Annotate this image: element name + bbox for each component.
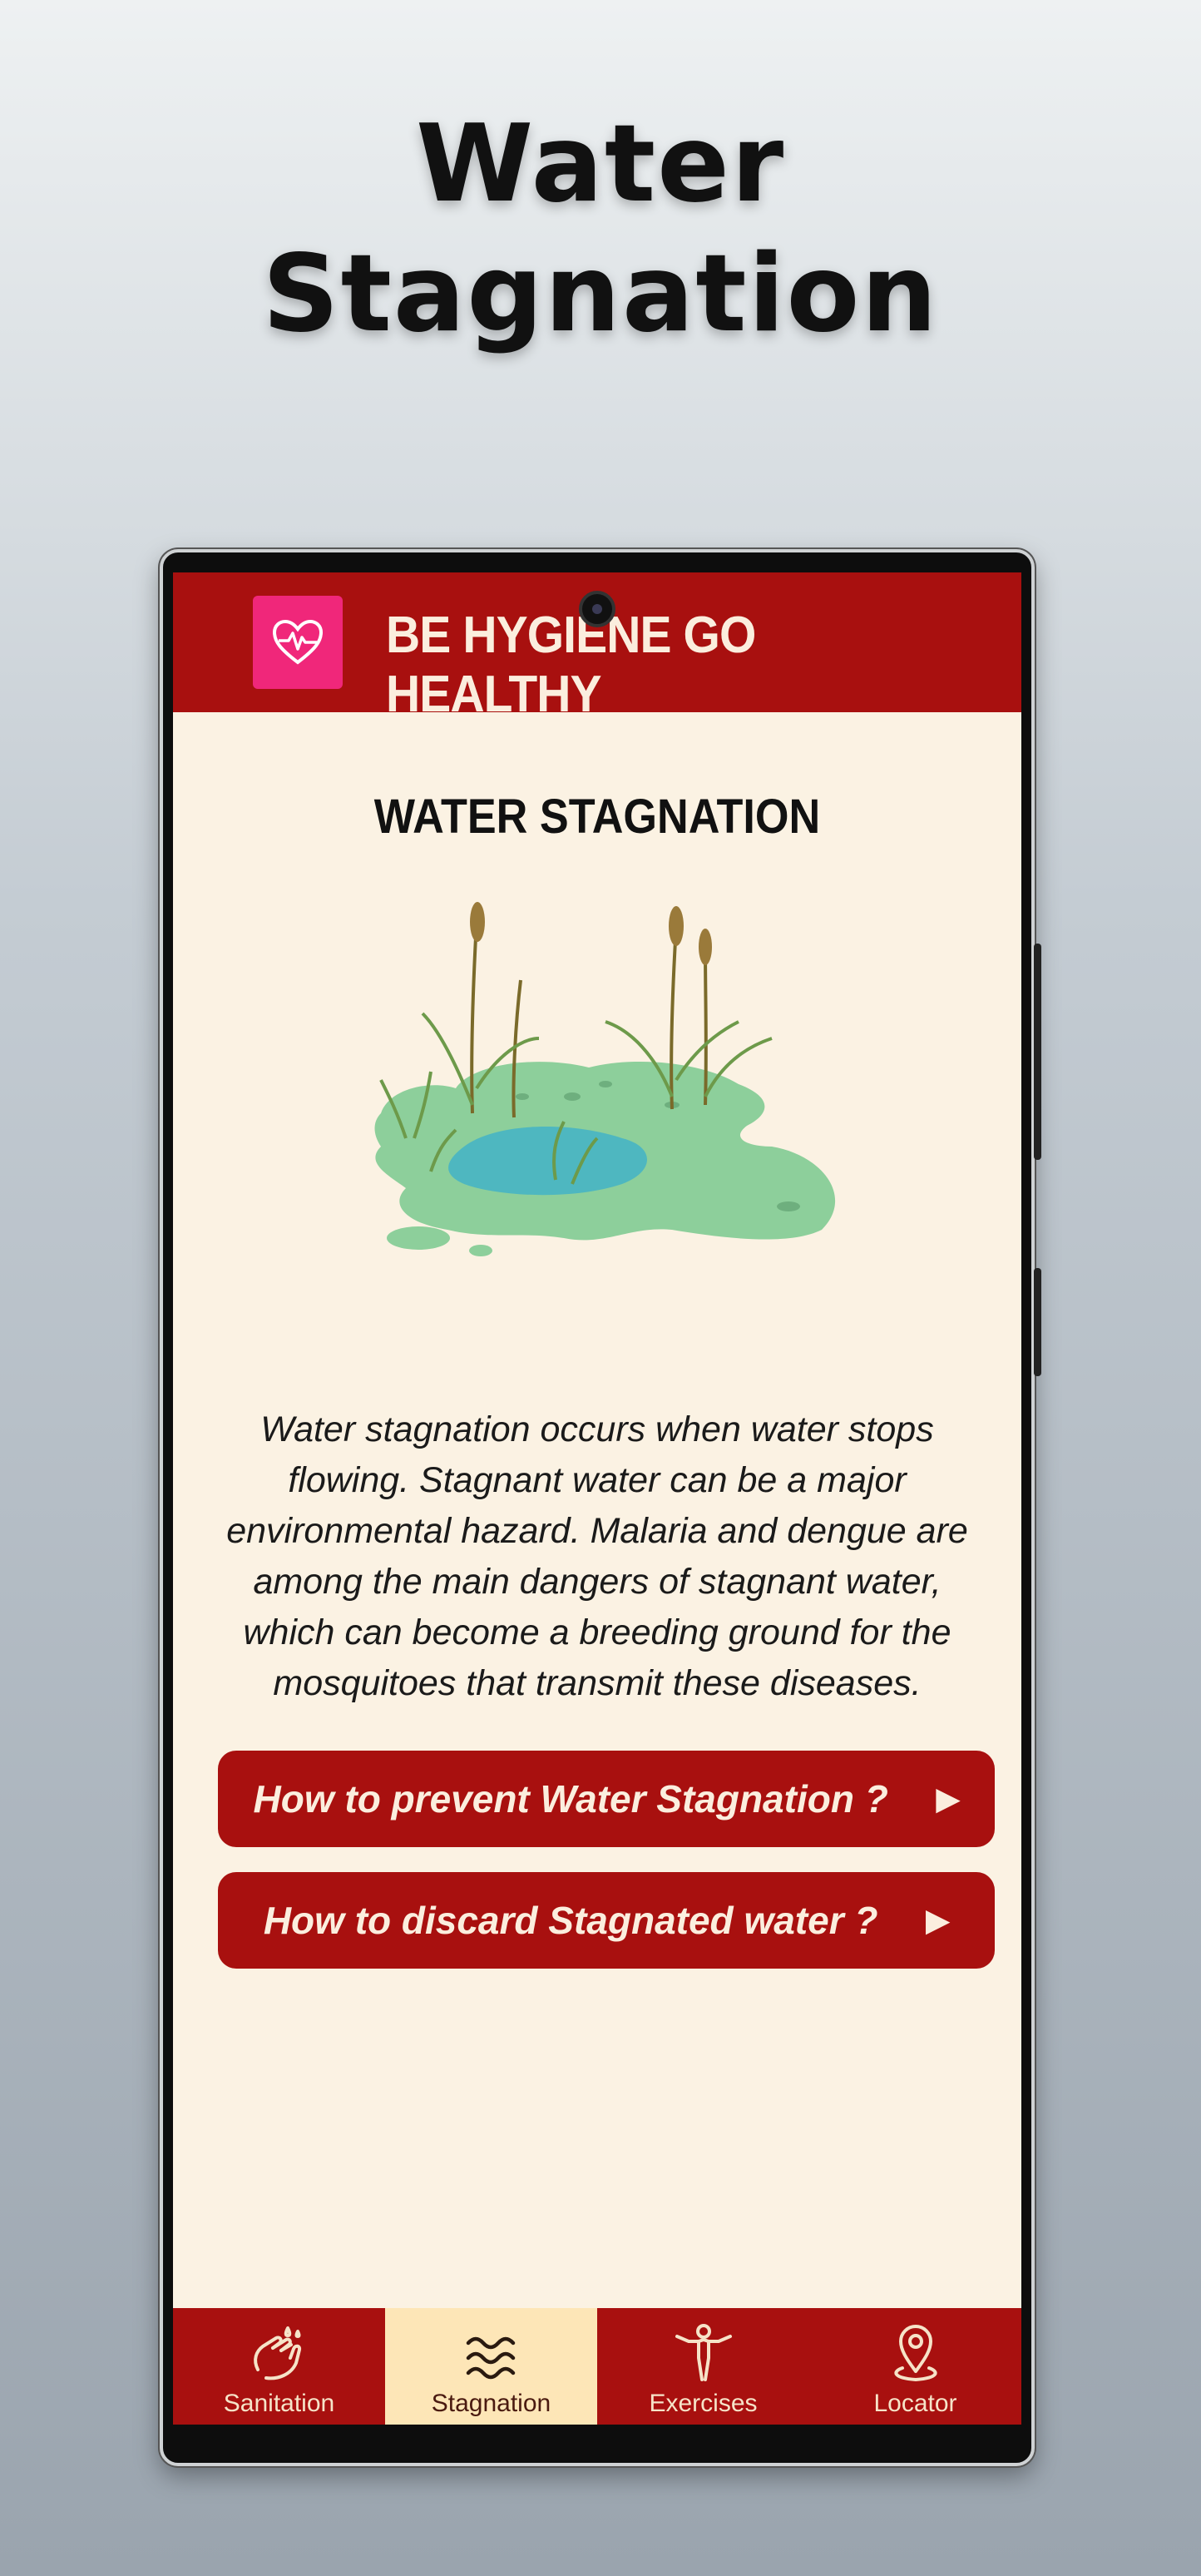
volume-button	[1034, 944, 1041, 1160]
exercise-person-icon	[675, 2324, 732, 2381]
discard-stagnated-water-button[interactable]: How to discard Stagnated water ? ▶	[218, 1872, 995, 1969]
front-camera	[579, 591, 615, 627]
location-pin-icon	[893, 2325, 937, 2381]
phone-bottom-bezel	[173, 2441, 1021, 2456]
nav-label-exercises: Exercises	[649, 2390, 758, 2417]
page-heading: WATER STAGNATION	[373, 790, 821, 844]
app-screen: BE HYGIENE GO HEALTHY WATER STAGNATION W…	[173, 572, 1021, 2425]
bottom-nav: Sanitation Stagnation Exercises Locator	[173, 2308, 1021, 2425]
phone-frame: BE HYGIENE GO HEALTHY WATER STAGNATION W…	[160, 549, 1041, 2466]
discard-stagnated-water-label: How to discard Stagnated water ?	[263, 1899, 878, 1942]
hero-title-line2: Stagnation	[262, 232, 939, 356]
stagnant-pond-icon	[374, 902, 836, 1256]
nav-item-exercises[interactable]: Exercises	[597, 2308, 809, 2425]
power-button	[1034, 1268, 1041, 1376]
hero-title: Water Stagnation	[0, 100, 1201, 359]
hand-wash-icon	[253, 2326, 301, 2380]
play-arrow-icon: ▶	[936, 1781, 960, 1816]
nav-item-locator[interactable]: Locator	[809, 2308, 1021, 2425]
hero-title-line1: Water	[415, 102, 786, 226]
nav-label-sanitation: Sanitation	[223, 2390, 335, 2417]
prevent-stagnation-button[interactable]: How to prevent Water Stagnation ? ▶	[218, 1751, 995, 1847]
description-text: Water stagnation occurs when water stops…	[226, 1409, 968, 1703]
nav-item-sanitation[interactable]: Sanitation	[173, 2308, 385, 2425]
nav-item-stagnation[interactable]: Stagnation	[385, 2308, 597, 2425]
nav-label-stagnation: Stagnation	[431, 2390, 551, 2417]
play-arrow-icon: ▶	[926, 1903, 950, 1937]
app-title: BE HYGIENE GO HEALTHY	[386, 607, 756, 723]
heart-pulse-icon[interactable]	[253, 596, 343, 689]
nav-label-locator: Locator	[873, 2390, 957, 2417]
prevent-stagnation-label: How to prevent Water Stagnation ?	[253, 1777, 888, 1821]
water-waves-icon	[466, 2336, 515, 2380]
